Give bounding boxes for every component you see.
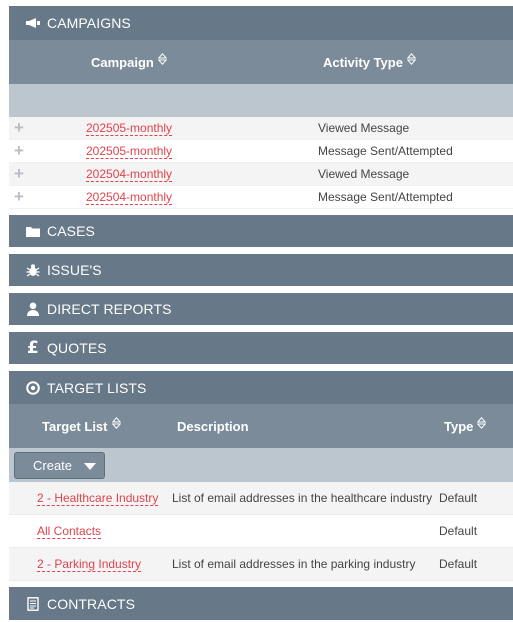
target-list-description: List of email addresses in the healthcar… [172,491,433,505]
activity-type: Message Sent/Attempted [318,190,453,204]
create-button[interactable]: Create [14,452,105,479]
type-column-label: Type [444,418,474,434]
table-row: + 202505-monthly Message Sent/Attempted [9,140,513,163]
issues-panel-header[interactable]: ISSUE'S [9,254,513,286]
target-list-type: Default [439,557,478,571]
target-list-link[interactable]: All Contacts [37,524,102,539]
folder-icon [25,223,41,239]
person-icon [25,301,41,317]
campaign-link[interactable]: 202505-monthly [86,121,173,136]
activity-type: Message Sent/Attempted [318,144,453,158]
campaign-link[interactable]: 202505-monthly [86,144,173,159]
campaigns-title: CAMPAIGNS [47,15,131,31]
chevron-down-icon[interactable] [84,463,96,470]
expand-icon[interactable]: + [14,186,24,208]
description-column-label: Description [177,418,249,434]
target-list-column-label: Target List [42,418,108,434]
document-icon [25,596,41,612]
activity-type-column-label: Activity Type [323,54,403,70]
target-list-link[interactable]: 2 - Healthcare Industry [37,491,159,506]
campaign-link[interactable]: 202504-monthly [86,167,173,182]
table-row: + 202504-monthly Viewed Message [9,163,513,186]
expand-icon[interactable]: + [14,163,24,185]
bug-icon [25,262,41,278]
target-lists-title: TARGET LISTS [47,379,147,396]
target-lists-column-header: Target List Description Type [9,404,513,448]
expand-icon[interactable]: + [14,117,24,139]
activity-type: Viewed Message [318,121,410,135]
contracts-title: CONTRACTS [47,595,136,612]
activity-type-column-sort[interactable]: Activity Type [323,40,416,84]
campaigns-panel-header[interactable]: CAMPAIGNS [9,6,513,40]
megaphone-icon [25,15,41,31]
expand-icon[interactable]: + [14,140,24,162]
table-row: + 202504-monthly Message Sent/Attempted [9,186,513,209]
contracts-panel-header[interactable]: CONTRACTS [9,587,513,620]
sort-icon [157,53,167,65]
quotes-panel-header[interactable]: £ QUOTES [9,332,513,364]
campaign-column-sort[interactable]: Campaign [91,40,167,84]
target-list-link[interactable]: 2 - Parking Industry [37,557,142,572]
activity-type: Viewed Message [318,167,410,181]
cases-panel-header[interactable]: CASES [9,215,513,247]
sort-icon [477,417,487,429]
direct-reports-title: DIRECT REPORTS [47,301,172,317]
quotes-title: QUOTES [47,340,107,356]
sort-icon [111,417,121,429]
target-list-column-sort[interactable]: Target List [42,404,121,448]
table-row: + 202505-monthly Viewed Message [9,117,513,140]
target-list-type: Default [439,524,478,538]
target-icon [25,380,41,396]
table-row: All Contacts Default [9,515,513,548]
target-lists-panel-header[interactable]: TARGET LISTS [9,371,513,404]
issues-title: ISSUE'S [47,262,102,278]
cases-title: CASES [47,223,95,239]
sort-icon [406,53,416,65]
target-list-description: List of email addresses in the parking i… [172,557,416,571]
table-row: 2 - Healthcare Industry List of email ad… [9,482,513,515]
create-button-label: Create [33,458,73,473]
target-list-type: Default [439,491,478,505]
type-column-sort[interactable]: Type [444,404,487,448]
direct-reports-panel-header[interactable]: DIRECT REPORTS [9,293,513,325]
campaigns-column-header: Campaign Activity Type [9,40,513,84]
table-row: 2 - Parking Industry List of email addre… [9,548,513,581]
campaign-column-label: Campaign [91,54,154,70]
pound-icon: £ [27,338,39,358]
campaign-link[interactable]: 202504-monthly [86,190,173,205]
campaigns-toolbar [9,84,513,117]
